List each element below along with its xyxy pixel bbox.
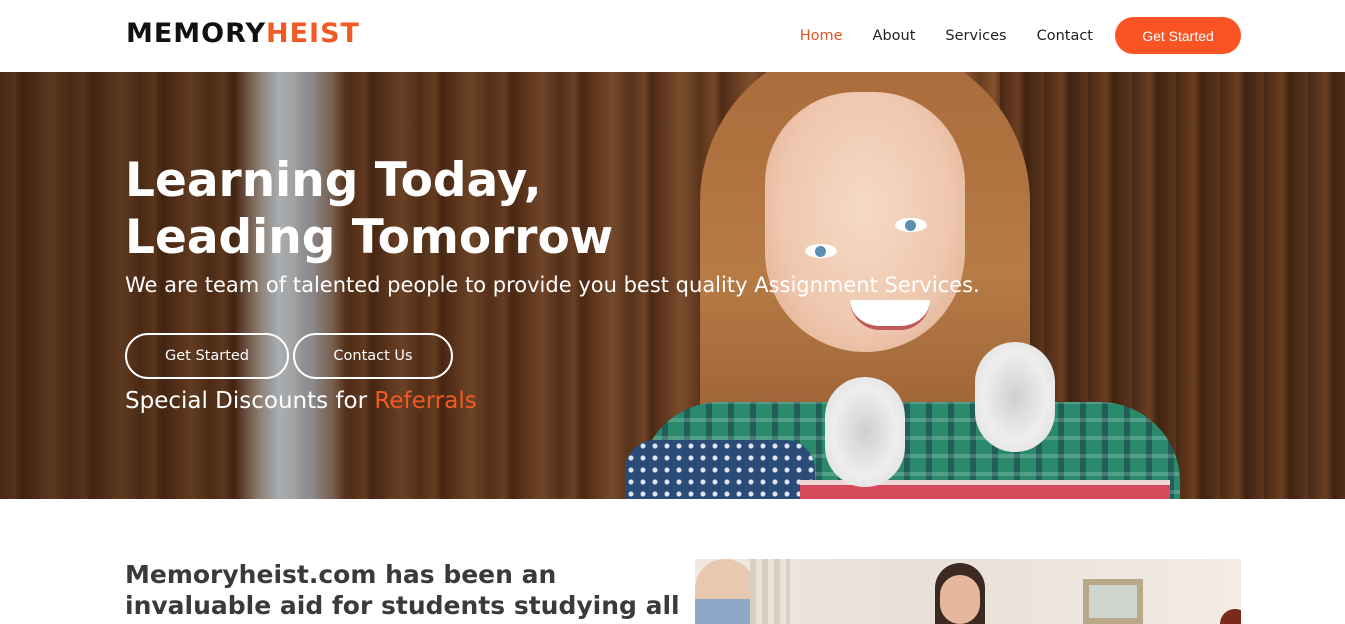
nav-about[interactable]: About — [873, 28, 916, 44]
logo-text-heist: HEIST — [266, 18, 360, 49]
about-heading: Memoryheist.com has been an invaluable a… — [125, 560, 680, 624]
site-logo[interactable]: MEMORYHEIST — [126, 17, 360, 51]
hero-subtitle: We are team of talented people to provid… — [125, 273, 980, 297]
hero-get-started-button[interactable]: Get Started — [125, 333, 289, 379]
hero-title: Learning Today, Leading Tomorrow — [125, 153, 614, 265]
logo-text-memory: MEMORY — [126, 18, 266, 49]
discount-label: Special Discounts for — [125, 388, 375, 414]
header-get-started-button[interactable]: Get Started — [1115, 17, 1241, 54]
hero-contact-us-button[interactable]: Contact Us — [293, 333, 453, 379]
main-nav: Home About Services Contact Get Started — [800, 17, 1241, 54]
about-photo — [695, 559, 1241, 624]
headphones-icon — [825, 377, 905, 487]
site-header: MEMORYHEIST Home About Services Contact … — [0, 0, 1345, 72]
nav-home[interactable]: Home — [800, 28, 843, 44]
discount-text: Special Discounts for Referrals — [125, 388, 477, 414]
hero-section: Learning Today, Leading Tomorrow We are … — [0, 72, 1345, 499]
nav-services[interactable]: Services — [945, 28, 1006, 44]
picture-frame-icon — [1083, 579, 1143, 624]
nav-contact[interactable]: Contact — [1037, 28, 1093, 44]
referrals-link[interactable]: Referrals — [374, 388, 476, 414]
